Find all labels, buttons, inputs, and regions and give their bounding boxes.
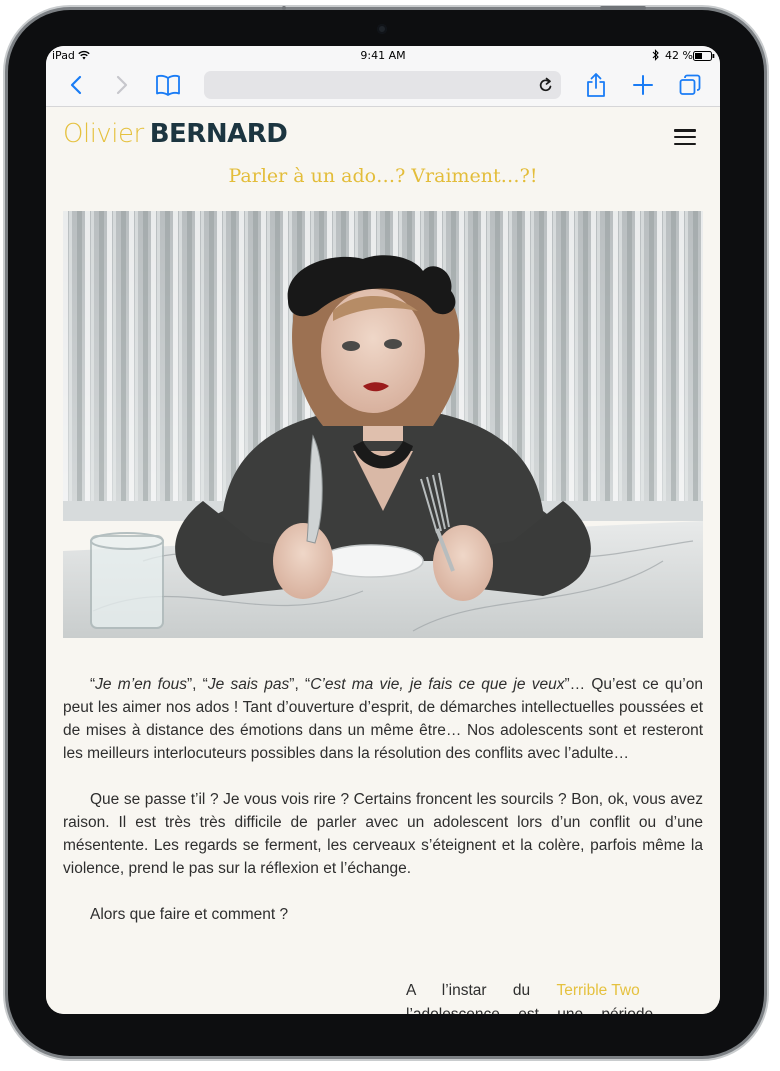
logo-last-name: BERNARD <box>149 119 288 149</box>
article-body: “Je m’en fous”, “Je sais pas”, “C’est ma… <box>63 673 703 949</box>
terrible-two-link[interactable]: Terrible Two <box>556 982 639 999</box>
front-camera <box>377 24 387 34</box>
bluetooth-icon <box>652 49 659 64</box>
post-title: Parler à un ado…? Vraiment…?! <box>228 165 538 187</box>
quote-2: Je sais pas <box>207 676 290 693</box>
clock: 9:41 AM <box>360 49 406 62</box>
bookmarks-icon[interactable] <box>154 72 182 98</box>
status-bar: iPad 9:41 AM 42 % <box>46 46 720 66</box>
tabs-icon[interactable] <box>678 72 702 98</box>
browser-toolbar <box>46 66 720 107</box>
logo-first-name: Olivier <box>63 119 144 149</box>
top-button <box>600 6 646 10</box>
reload-icon[interactable] <box>539 77 553 97</box>
top-button-left <box>282 6 286 10</box>
hamburger-menu-icon[interactable] <box>674 129 696 146</box>
back-icon[interactable] <box>66 72 86 98</box>
paragraph-2: Que se passe t’il ? Je vous vois rire ? … <box>63 791 703 877</box>
teaser-line-2: l’adolescence est une période <box>406 1006 686 1014</box>
screen: iPad 9:41 AM 42 % Olivier BERNARD Parler… <box>46 46 720 1014</box>
add-tab-icon[interactable] <box>631 72 655 98</box>
quote-3: C’est ma vie, je fais ce que je veux <box>310 676 565 693</box>
forward-icon[interactable] <box>112 72 132 98</box>
teaser-line-1: A l’instar du Terrible Two <box>406 982 640 999</box>
hero-image <box>63 211 703 638</box>
address-bar[interactable] <box>204 71 561 99</box>
paragraph-1: “Je m’en fous”, “Je sais pas”, “C’est ma… <box>63 676 703 762</box>
share-icon[interactable] <box>584 72 608 98</box>
battery-icon <box>693 51 715 64</box>
paragraph-3: Alors que faire et comment ? <box>90 906 289 923</box>
web-page: Olivier BERNARD Parler à un ado…? Vraimen… <box>46 107 720 1014</box>
battery-percent: 42 % <box>665 49 693 62</box>
quote-1: Je m’en fous <box>95 676 187 693</box>
site-logo[interactable]: Olivier BERNARD <box>63 119 288 149</box>
